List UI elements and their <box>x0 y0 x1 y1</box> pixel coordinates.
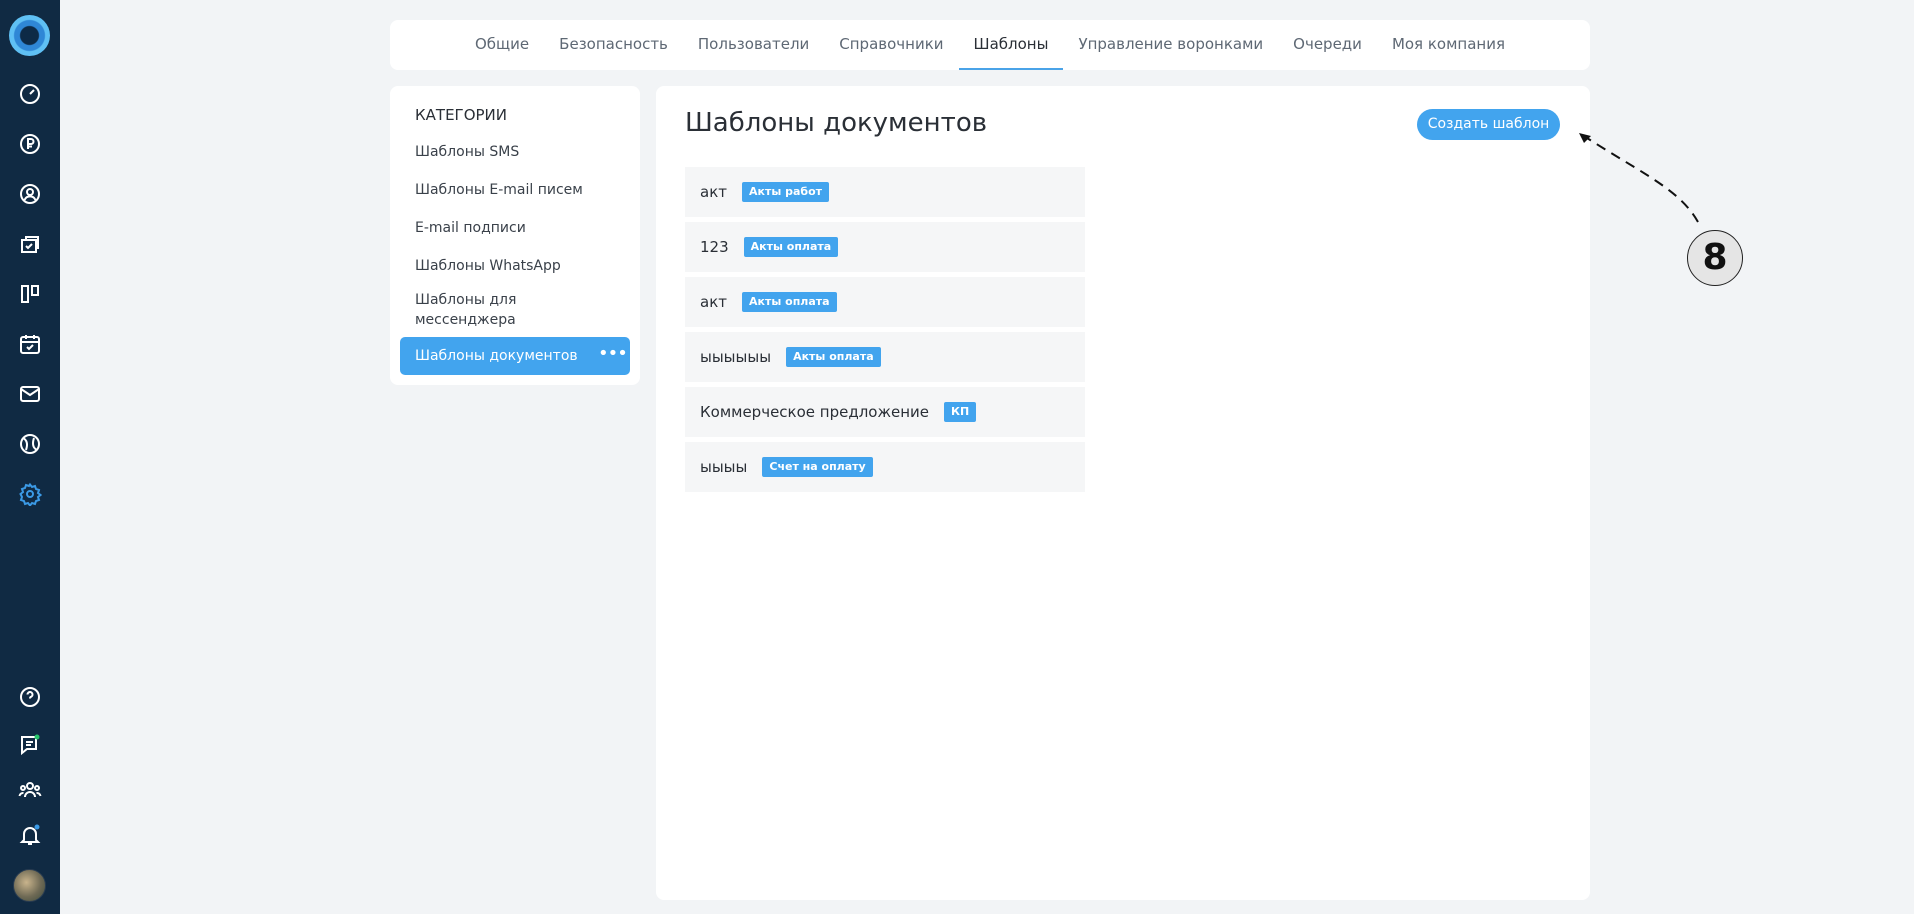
team-icon[interactable] <box>16 776 44 804</box>
template-badge: Акты оплата <box>742 292 837 312</box>
template-name: 123 <box>700 238 729 256</box>
tab-funnels[interactable]: Управление воронками <box>1063 20 1278 70</box>
template-badge: КП <box>944 402 977 422</box>
settings-tabs-bar: Общие Безопасность Пользователи Справочн… <box>390 20 1590 70</box>
template-list: акт Акты работ 123 Акты оплата акт Акты … <box>685 167 1085 497</box>
mail-icon[interactable] <box>16 380 44 408</box>
create-template-button[interactable]: Создать шаблон <box>1417 109 1560 140</box>
categories-title: КАТЕГОРИИ <box>415 106 507 124</box>
templates-panel: Шаблоны документов Создать шаблон акт Ак… <box>656 86 1590 900</box>
page-title: Шаблоны документов <box>685 108 988 138</box>
category-email-signatures[interactable]: E-mail подписи <box>415 218 526 238</box>
help-icon[interactable] <box>16 683 44 711</box>
ruble-icon[interactable] <box>16 130 44 158</box>
template-row[interactable]: ыыыыыы Акты оплата <box>685 332 1085 382</box>
category-documents-label: Шаблоны документов <box>415 348 578 364</box>
more-icon[interactable]: ••• <box>598 337 628 375</box>
dashboard-icon[interactable] <box>16 80 44 108</box>
avatar[interactable] <box>13 869 46 902</box>
tab-templates[interactable]: Шаблоны <box>958 20 1064 70</box>
tab-users[interactable]: Пользователи <box>683 20 824 70</box>
template-row[interactable]: Коммерческое предложение КП <box>685 387 1085 437</box>
template-badge: Акты оплата <box>743 237 839 257</box>
template-name: Коммерческое предложение <box>700 403 929 421</box>
settings-icon[interactable] <box>16 480 44 508</box>
category-sms[interactable]: Шаблоны SMS <box>415 142 519 162</box>
category-whatsapp[interactable]: Шаблоны WhatsApp <box>415 256 561 276</box>
tab-queues[interactable]: Очереди <box>1278 20 1377 70</box>
tab-directories[interactable]: Справочники <box>824 20 958 70</box>
app-logo[interactable] <box>9 15 50 56</box>
contacts-icon[interactable] <box>16 180 44 208</box>
template-row[interactable]: 123 Акты оплата <box>685 222 1085 272</box>
template-badge: Акты оплата <box>786 347 881 367</box>
template-row[interactable]: ыыыы Счет на оплату <box>685 442 1085 492</box>
category-documents[interactable]: Шаблоны документов ••• <box>400 337 630 375</box>
template-badge: Акты работ <box>742 182 830 202</box>
deals-icon[interactable] <box>16 230 44 258</box>
calendar-icon[interactable] <box>16 330 44 358</box>
template-badge: Счет на оплату <box>762 457 873 477</box>
kanban-icon[interactable] <box>16 280 44 308</box>
bell-icon[interactable] <box>16 821 44 849</box>
globe-icon[interactable] <box>16 430 44 458</box>
tab-security[interactable]: Безопасность <box>544 20 683 70</box>
template-name: ыыыы <box>700 458 748 476</box>
annotation-marker: 8 <box>1687 230 1743 286</box>
template-name: акт <box>700 183 727 201</box>
tab-my-company[interactable]: Моя компания <box>1377 20 1520 70</box>
categories-panel: КАТЕГОРИИ Шаблоны SMS Шаблоны E-mail пис… <box>390 86 640 385</box>
template-name: ыыыыыы <box>700 348 772 366</box>
category-email[interactable]: Шаблоны E-mail писем <box>415 180 583 200</box>
template-name: акт <box>700 293 727 311</box>
app-sidebar <box>0 0 60 914</box>
tab-general[interactable]: Общие <box>460 20 544 70</box>
chat-icon[interactable] <box>16 731 44 759</box>
template-row[interactable]: акт Акты оплата <box>685 277 1085 327</box>
category-messenger[interactable]: Шаблоны для мессенджера <box>415 290 575 330</box>
template-row[interactable]: акт Акты работ <box>685 167 1085 217</box>
